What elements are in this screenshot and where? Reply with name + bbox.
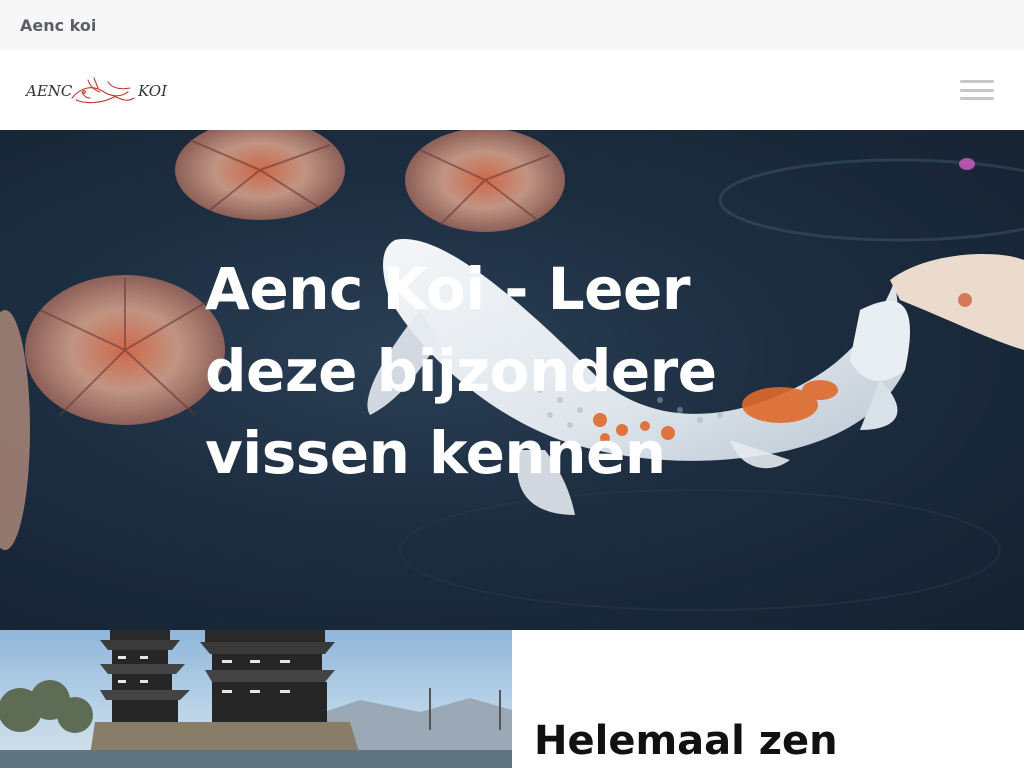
hamburger-menu-icon[interactable] [960,78,994,102]
koi-logo-icon: AENC KOI [24,77,168,104]
hero-banner: Aenc Koi - Leer deze bijzondere vissen k… [0,130,1024,630]
koi-fish [890,254,1024,350]
lily-pad [25,275,225,425]
svg-text:AENC: AENC [24,82,73,100]
menu-bar [960,97,994,100]
svg-text:KOI: KOI [137,82,168,100]
menu-bar [960,80,994,83]
content-section: Helemaal zen [0,630,1024,768]
logo[interactable]: AENC KOI [24,70,174,110]
site-header: AENC KOI [0,50,1024,130]
castle [90,630,360,755]
hero-title: Aenc Koi - Leer deze bijzondere vissen k… [205,255,717,487]
lily-pad [175,130,345,220]
top-bar: Aenc koi [0,0,1024,50]
section-text: Helemaal zen [512,630,1024,768]
castle-photo [0,630,512,768]
site-name-link[interactable]: Aenc koi [20,16,96,35]
castle-image [0,630,512,768]
section-heading: Helemaal zen [534,718,838,764]
lily-pad [405,130,565,232]
menu-bar [960,88,994,92]
